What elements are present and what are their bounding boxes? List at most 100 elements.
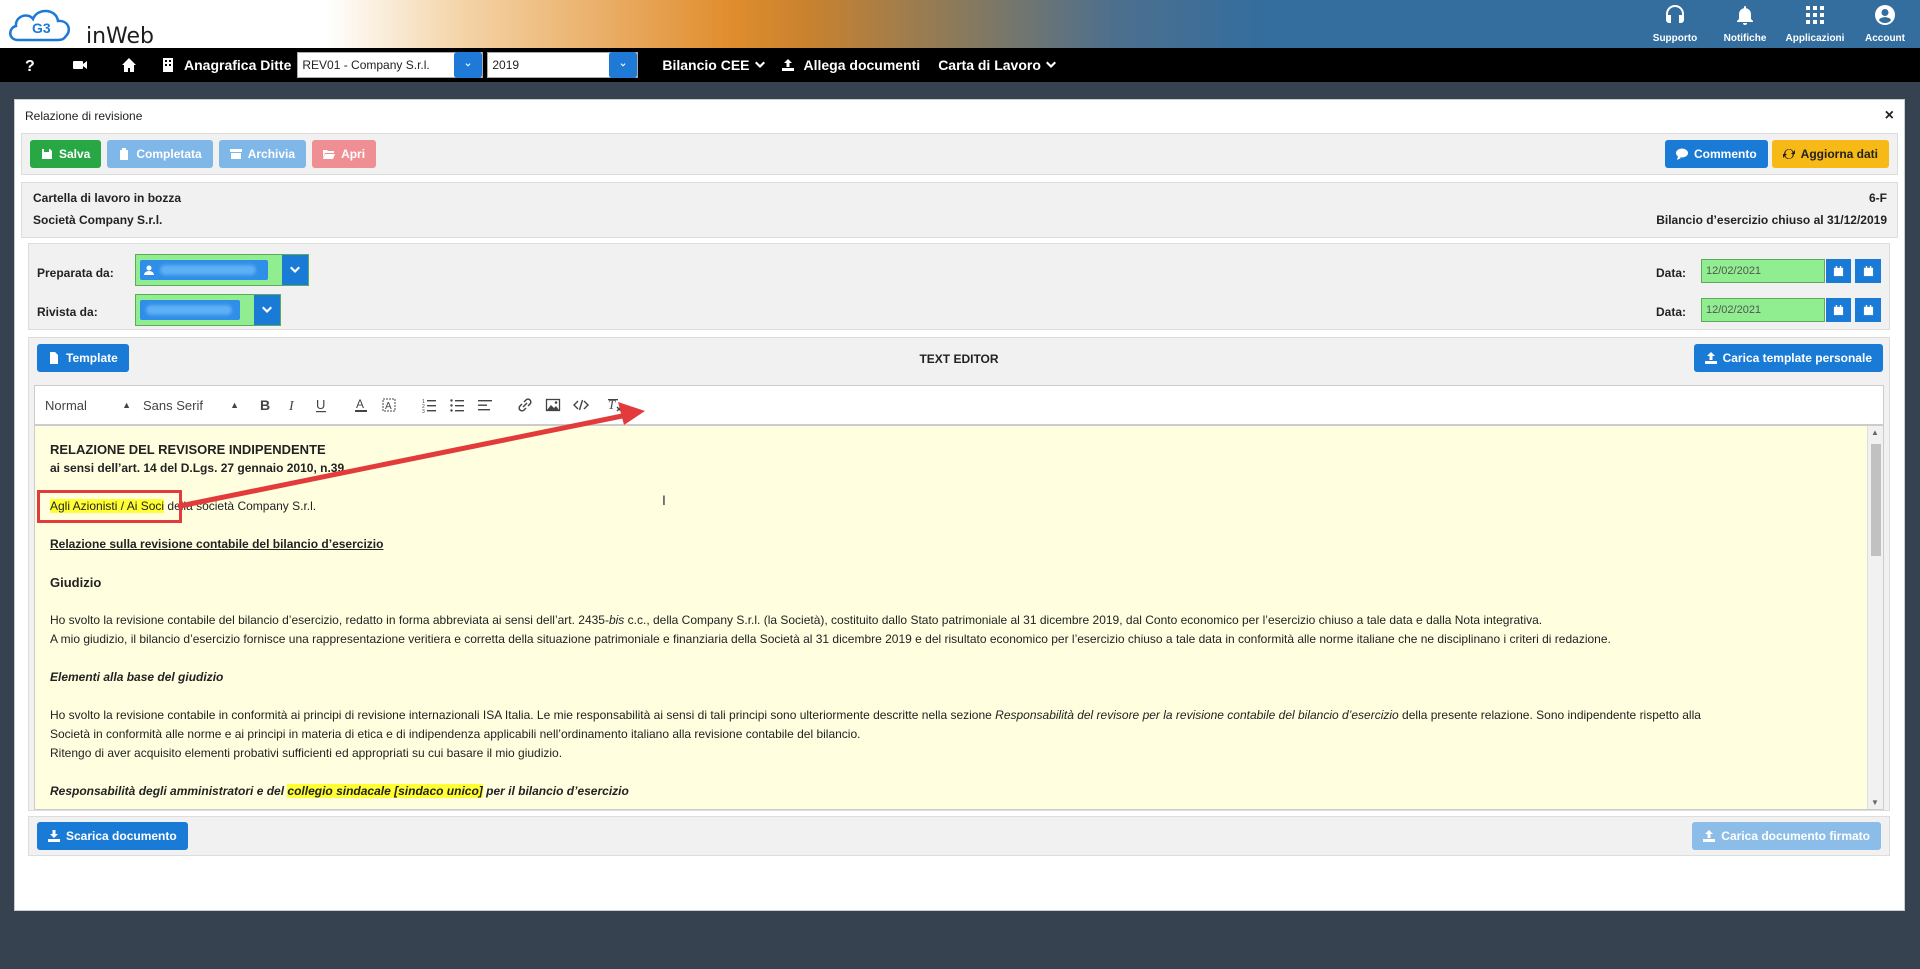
text-color-button[interactable]: A xyxy=(347,397,375,413)
bullet-list-button[interactable] xyxy=(443,397,471,413)
svg-text:3: 3 xyxy=(422,409,425,413)
background-color-button[interactable]: A xyxy=(375,397,403,413)
rivista-toggle[interactable] xyxy=(254,295,280,325)
account-button[interactable]: Account xyxy=(1850,0,1920,48)
section-code: 6-F xyxy=(1869,191,1887,205)
editor-toolbar: Normal ▲︎ Sans Serif ▲︎ B I U A A 1 2 3 … xyxy=(34,385,1884,425)
code-button[interactable] xyxy=(567,397,595,413)
scroll-up-icon[interactable]: ▲︎ xyxy=(1871,428,1879,437)
scrollbar-thumb[interactable] xyxy=(1871,444,1881,556)
save-button[interactable]: Salva xyxy=(30,140,102,168)
calendar-alt-button[interactable] xyxy=(1855,298,1881,322)
bold-button[interactable]: B xyxy=(251,397,279,413)
preparata-date-value[interactable]: 12/02/2021 xyxy=(1701,259,1825,283)
paragraph-3: Ho svolto la revisione contabile in conf… xyxy=(50,708,1701,722)
footer-actions: Scarica documento Carica documento firma… xyxy=(28,816,1890,856)
applications-button[interactable]: Applicazioni xyxy=(1780,0,1850,48)
carica-template-label: Carica template personale xyxy=(1722,351,1872,365)
carta-label: Carta di Lavoro xyxy=(938,57,1041,73)
font-select[interactable]: Sans Serif ▲︎ xyxy=(143,398,239,413)
applications-label: Applicazioni xyxy=(1785,33,1845,44)
commento-button[interactable]: Commento xyxy=(1664,140,1768,168)
headset-icon xyxy=(1666,5,1684,23)
support-button[interactable]: Supporto xyxy=(1640,0,1710,48)
link-icon xyxy=(518,398,532,412)
underline-icon: U xyxy=(316,397,326,413)
calendar-button[interactable] xyxy=(1825,298,1851,322)
year-select[interactable]: 2019 xyxy=(487,52,639,78)
ordered-list-button[interactable]: 123 xyxy=(415,397,443,413)
align-left-icon xyxy=(478,400,492,411)
paragraph-3-cont: Società in conformità alle norme e ai pr… xyxy=(50,727,861,741)
user-icon xyxy=(144,265,154,275)
format-select[interactable]: Normal ▲︎ xyxy=(45,398,131,413)
text-color-icon: A xyxy=(355,397,367,412)
preparata-date-field[interactable]: 12/02/2021 xyxy=(1701,259,1881,283)
chevron-down-icon xyxy=(290,266,300,273)
action-toolbar: Salva Completata Archivia Apri Commento xyxy=(21,133,1898,175)
editor-scrollbar[interactable]: ▲︎ ▼︎ xyxy=(1867,426,1883,809)
home-button[interactable] xyxy=(100,57,158,73)
calendar-alt-button[interactable] xyxy=(1855,259,1881,283)
italic-button[interactable]: I xyxy=(279,397,307,413)
carica-firmato-button[interactable]: Carica documento firmato xyxy=(1692,822,1881,850)
signatories-box: Preparata da: Rivista da: Data: 12/02/20… xyxy=(28,243,1890,330)
document-body[interactable]: RELAZIONE DEL REVISORE INDIPENDENTE ai s… xyxy=(50,440,1855,801)
editor-header: Template TEXT EDITOR Carica template per… xyxy=(29,338,1889,382)
underline-button[interactable]: U xyxy=(307,397,335,413)
clean-format-button[interactable]: T xyxy=(601,397,629,413)
preparata-data-label: Data: xyxy=(1655,266,1686,280)
video-button[interactable] xyxy=(60,57,100,73)
font-select-value: Sans Serif xyxy=(143,397,203,413)
refresh-icon xyxy=(1782,148,1795,160)
carica-template-button[interactable]: Carica template personale xyxy=(1693,344,1883,372)
info-box: Cartella di lavoro in bozza Società Comp… xyxy=(21,182,1898,238)
company-select[interactable]: REV01 - Company S.r.l. xyxy=(297,52,484,78)
align-button[interactable] xyxy=(471,397,499,413)
upload-icon xyxy=(1704,352,1717,364)
folder-open-icon xyxy=(323,150,336,159)
rivista-date-value[interactable]: 12/02/2021 xyxy=(1701,298,1825,322)
svg-text:G3: G3 xyxy=(32,20,51,36)
sort-caret-icon: ▲︎ xyxy=(230,400,239,410)
anagrafica-label[interactable]: Anagrafica Ditte xyxy=(184,57,291,73)
apri-label: Apri xyxy=(341,147,366,161)
rivista-date-field[interactable]: 12/02/2021 xyxy=(1701,298,1881,322)
image-button[interactable] xyxy=(539,397,567,413)
scarica-documento-button[interactable]: Scarica documento xyxy=(37,822,188,850)
italic-icon: I xyxy=(288,399,295,413)
panel-header: Relazione di revisione × xyxy=(15,100,1904,132)
allega-menu[interactable]: Allega documenti xyxy=(781,57,920,73)
link-button[interactable] xyxy=(511,397,539,413)
archivia-label: Archivia xyxy=(247,147,296,161)
calendar-button[interactable] xyxy=(1825,259,1851,283)
aggiorna-dati-button[interactable]: Aggiorna dati xyxy=(1771,140,1889,168)
svg-text:?: ? xyxy=(25,58,35,73)
logo[interactable]: G3 inWeb xyxy=(6,2,156,49)
rivista-user-chip xyxy=(140,300,240,320)
editor-content[interactable]: RELAZIONE DEL REVISORE INDIPENDENTE ai s… xyxy=(34,425,1884,810)
company-select-toggle[interactable] xyxy=(454,52,483,78)
chevron-down-icon xyxy=(754,61,765,68)
apri-button[interactable]: Apri xyxy=(312,140,377,168)
help-button[interactable]: ? xyxy=(0,57,60,73)
clear-format-icon: T xyxy=(608,397,622,412)
giudizio-heading: Giudizio xyxy=(50,575,102,590)
close-icon[interactable]: × xyxy=(1885,107,1894,125)
completata-button[interactable]: Completata xyxy=(107,140,213,168)
svg-text:U: U xyxy=(316,397,325,412)
elementi-heading: Elementi alla base del giudizio xyxy=(50,670,224,684)
rivista-select[interactable] xyxy=(135,294,281,326)
year-select-toggle[interactable] xyxy=(609,52,638,78)
app-header: G3 inWeb Supporto Notifiche Applicazioni… xyxy=(0,0,1920,49)
preparata-toggle[interactable] xyxy=(282,255,308,285)
rivista-label: Rivista da: xyxy=(37,305,98,319)
preparata-label: Preparata da: xyxy=(37,266,114,280)
archivia-button[interactable]: Archivia xyxy=(218,140,307,168)
scroll-down-icon[interactable]: ▼︎ xyxy=(1871,798,1879,807)
bilancio-menu[interactable]: Bilancio CEE xyxy=(662,57,765,73)
preparata-select[interactable] xyxy=(135,254,309,286)
comment-icon xyxy=(1675,148,1688,160)
notifications-button[interactable]: Notifiche xyxy=(1710,0,1780,48)
carta-menu[interactable]: Carta di Lavoro xyxy=(938,57,1057,73)
